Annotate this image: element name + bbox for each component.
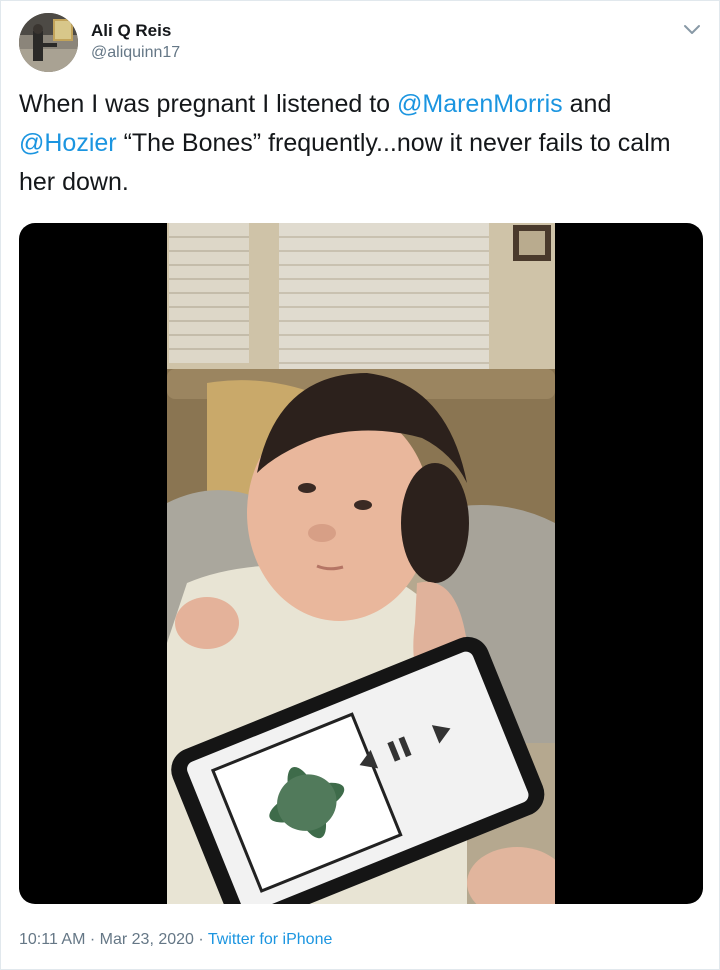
tweet-meta: 10:11 AM · Mar 23, 2020 · Twitter for iP… bbox=[19, 931, 332, 949]
video-still bbox=[167, 223, 555, 904]
tweet-text-part: When I was pregnant I listened to bbox=[19, 90, 397, 118]
author-handle[interactable]: @aliquinn17 bbox=[91, 44, 180, 62]
video-frame[interactable] bbox=[167, 223, 555, 904]
tweet-time[interactable]: 10:11 AM bbox=[19, 931, 85, 948]
video-player[interactable] bbox=[19, 223, 703, 904]
avatar-photo bbox=[19, 13, 78, 72]
chevron-down-icon bbox=[684, 25, 700, 34]
tweet-menu-button[interactable] bbox=[681, 19, 703, 41]
meta-separator: · bbox=[85, 931, 100, 948]
meta-separator: · bbox=[193, 931, 208, 948]
mention-link-hozier[interactable]: @Hozier bbox=[19, 129, 117, 157]
tweet-card: Ali Q Reis @aliquinn17 When I was pregna… bbox=[0, 0, 720, 970]
avatar[interactable] bbox=[19, 13, 78, 72]
tweet-date[interactable]: Mar 23, 2020 bbox=[100, 931, 194, 948]
tweet-text: When I was pregnant I listened to @Maren… bbox=[19, 85, 699, 202]
mention-link-marenmorris[interactable]: @MarenMorris bbox=[397, 90, 563, 118]
tweet-text-part: and bbox=[562, 90, 612, 118]
author-name[interactable]: Ali Q Reis bbox=[91, 21, 171, 41]
tweet-text-part: “The Bones” frequently...now it never fa… bbox=[19, 129, 671, 196]
tweet-source-link[interactable]: Twitter for iPhone bbox=[208, 931, 333, 948]
